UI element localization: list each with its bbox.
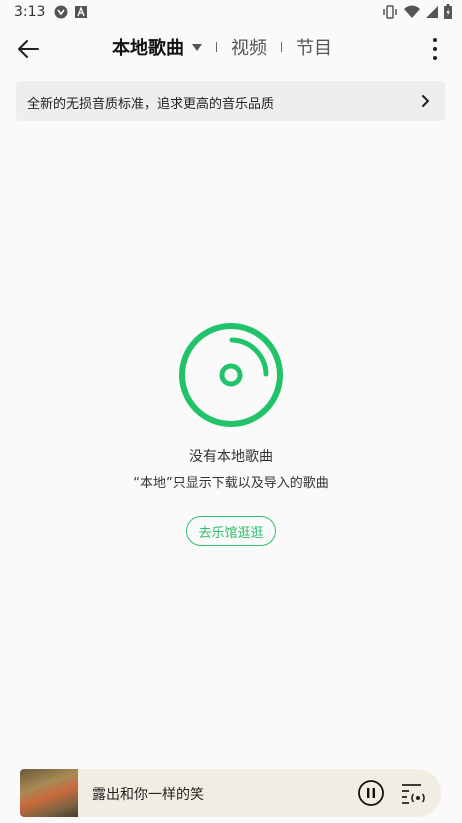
status-bar: 3:13 xyxy=(0,0,462,26)
now-playing-title[interactable]: 露出和你一样的笑 xyxy=(92,784,204,804)
mini-player[interactable]: 露出和你一样的笑 xyxy=(20,769,441,817)
tab-bar: 本地歌曲 视频 节目 xyxy=(112,34,332,60)
empty-state-title: 没有本地歌曲 xyxy=(189,449,273,465)
album-art[interactable] xyxy=(20,769,78,817)
go-to-music-hall-button[interactable]: 去乐馆逛逛 xyxy=(186,516,276,546)
dropdown-caret-icon[interactable] xyxy=(192,43,202,51)
battery-icon xyxy=(444,4,452,19)
tab-videos[interactable]: 视频 xyxy=(231,34,267,60)
pause-icon[interactable] xyxy=(358,780,384,806)
tab-local-songs[interactable]: 本地歌曲 xyxy=(112,34,184,60)
text-app-icon xyxy=(75,6,87,18)
app-icon xyxy=(54,5,68,19)
status-time: 3:13 xyxy=(14,4,46,20)
status-right-icons xyxy=(382,4,452,19)
more-options-icon[interactable] xyxy=(430,36,440,62)
more-dot xyxy=(433,38,437,42)
chevron-right-icon xyxy=(422,95,429,107)
more-dot xyxy=(433,47,437,51)
empty-state-subtitle: “本地”只显示下载以及导入的歌曲 xyxy=(133,476,329,491)
status-left-icons xyxy=(54,5,88,19)
signal-icon xyxy=(426,5,438,18)
tab-separator xyxy=(281,42,282,52)
tab-separator xyxy=(216,42,217,52)
tab-programs[interactable]: 节目 xyxy=(296,34,332,60)
header: 本地歌曲 视频 节目 xyxy=(0,26,462,72)
vibrate-icon xyxy=(383,4,397,19)
wifi-icon xyxy=(404,5,420,18)
lossless-quality-banner[interactable]: 全新的无损音质标准，追求更高的音乐品质 xyxy=(16,81,445,121)
playlist-icon[interactable] xyxy=(401,781,427,805)
album-cover-image xyxy=(20,769,78,817)
more-dot xyxy=(433,56,437,60)
disc-icon xyxy=(179,323,283,427)
banner-text: 全新的无损音质标准，追求更高的音乐品质 xyxy=(27,97,275,112)
back-arrow-icon[interactable] xyxy=(16,36,42,62)
